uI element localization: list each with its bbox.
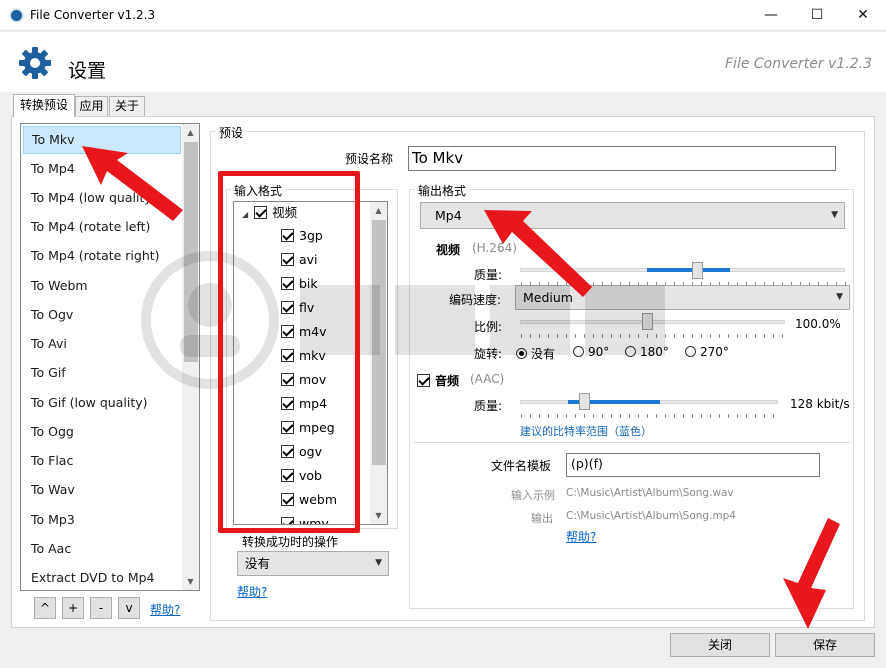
preset-group-label: 预设 — [216, 124, 247, 141]
rotate-option-90[interactable]: 90° — [573, 345, 609, 359]
rotate-option-270[interactable]: 270° — [685, 345, 729, 359]
window-title: File Converter v1.2.3 — [30, 8, 156, 22]
close-window-button[interactable]: ✕ — [840, 0, 886, 31]
scale-slider-thumb[interactable] — [642, 313, 653, 330]
page-title: 设置 — [68, 60, 107, 82]
audio-toggle[interactable]: 音频 — [417, 372, 459, 389]
rotate-option-180[interactable]: 180° — [625, 345, 669, 359]
preset-item[interactable]: To Webm — [23, 272, 181, 300]
brand-label: File Converter v1.2.3 — [725, 56, 872, 72]
rotate-option-label: 没有 — [531, 347, 556, 361]
preset-item[interactable]: To Aac — [23, 535, 181, 563]
tab-application[interactable]: 应用 — [75, 96, 108, 116]
divider — [414, 442, 850, 443]
recommended-bitrate-note: 建议的比特率范围（蓝色） — [520, 425, 652, 438]
preset-name-input[interactable]: To Mkv — [408, 146, 836, 171]
preset-list-scroll-thumb[interactable] — [184, 142, 198, 362]
audio-quality-value: 128 kbit/s — [790, 397, 850, 411]
output-format-label: 输出格式 — [415, 182, 470, 199]
encode-speed-value: Medium — [523, 290, 573, 305]
after-conversion-label: 转换成功时的操作 — [242, 535, 339, 549]
file-converter-icon — [9, 8, 24, 23]
scale-value: 100.0% — [795, 317, 841, 331]
filename-help-link[interactable]: 帮助? — [566, 528, 596, 545]
preset-item[interactable]: To Avi — [23, 330, 181, 358]
close-button[interactable]: 关闭 — [670, 633, 770, 657]
tab-presets[interactable]: 转换预设 — [13, 94, 75, 117]
rotate-label: 旋转: — [474, 347, 503, 361]
scroll-up-arrow-icon[interactable]: ▲ — [370, 202, 387, 219]
scale-label: 比例: — [474, 320, 503, 334]
preset-name-label: 预设名称 — [345, 152, 394, 166]
input-example-label: 输入示例 — [511, 489, 555, 502]
preset-item[interactable]: To Mkv — [23, 126, 181, 154]
output-format-select[interactable]: Mp4 ▼ — [420, 202, 845, 229]
tab-about[interactable]: 关于 — [109, 96, 145, 116]
video-quality-label: 质量: — [474, 268, 503, 282]
chevron-down-icon: ▼ — [831, 210, 838, 220]
video-quality-slider-thumb[interactable] — [692, 262, 703, 279]
presets-help-link[interactable]: 帮助? — [150, 601, 180, 618]
gear-icon — [19, 47, 51, 79]
checkbox-icon[interactable] — [417, 374, 430, 387]
rotate-option-none[interactable]: 没有 — [516, 345, 555, 362]
audio-section-label: 音频 — [435, 374, 460, 388]
filename-template-input[interactable]: (p)(f) — [566, 453, 820, 477]
rotate-option-label: 270° — [700, 345, 729, 359]
move-down-button[interactable]: v — [118, 597, 140, 619]
output-example-value: C:\Music\Artist\Album\Song.mp4 — [566, 510, 736, 522]
preset-item[interactable]: To Mp4 (rotate left) — [23, 213, 181, 241]
input-example-value: C:\Music\Artist\Album\Song.wav — [566, 487, 734, 499]
remove-preset-button[interactable]: - — [90, 597, 112, 619]
annotation-highlight-box — [218, 171, 360, 533]
radio-icon[interactable] — [573, 346, 584, 357]
scroll-down-arrow-icon[interactable]: ▼ — [370, 507, 387, 524]
after-conversion-help-link[interactable]: 帮助? — [237, 583, 267, 600]
encode-speed-label: 编码速度: — [449, 293, 502, 307]
save-button[interactable]: 保存 — [775, 633, 875, 657]
scale-ticks — [521, 334, 786, 338]
minimize-button[interactable]: — — [748, 0, 794, 31]
radio-icon[interactable] — [685, 346, 696, 357]
preset-item[interactable]: To Mp3 — [23, 506, 181, 534]
after-conversion-select[interactable]: 没有 ▼ — [237, 551, 389, 576]
chevron-down-icon: ▼ — [836, 292, 843, 302]
preset-item[interactable]: To Gif — [23, 359, 181, 387]
add-preset-button[interactable]: + — [62, 597, 84, 619]
chevron-down-icon: ▼ — [375, 558, 382, 568]
output-example-label: 输出 — [531, 512, 553, 525]
radio-icon[interactable] — [625, 346, 636, 357]
scroll-up-arrow-icon[interactable]: ▲ — [182, 124, 199, 141]
preset-list[interactable]: To Mkv To Mp4 To Mp4 (low quality) To Mp… — [20, 123, 200, 591]
preset-item[interactable]: To Ogv — [23, 301, 181, 329]
encode-speed-select[interactable]: Medium ▼ — [515, 285, 850, 310]
move-up-button[interactable]: ^ — [34, 597, 56, 619]
rotate-option-label: 90° — [588, 345, 610, 359]
preset-item[interactable]: To Wav — [23, 476, 181, 504]
preset-item[interactable]: To Mp4 (rotate right) — [23, 242, 181, 270]
output-format-value: Mp4 — [435, 208, 462, 223]
preset-item[interactable]: To Flac — [23, 447, 181, 475]
preset-item[interactable]: To Mp4 — [23, 155, 181, 183]
preset-item[interactable]: To Mp4 (low quality) — [23, 184, 181, 212]
video-codec-label: (H.264) — [472, 241, 517, 255]
scroll-down-arrow-icon[interactable]: ▼ — [182, 573, 199, 590]
preset-item[interactable]: To Gif (low quality) — [23, 389, 181, 417]
preset-item[interactable]: Extract DVD to Mp4 — [23, 564, 181, 590]
audio-quality-ticks — [521, 414, 779, 418]
after-conversion-value: 没有 — [245, 556, 271, 571]
rotate-option-label: 180° — [640, 345, 669, 359]
video-section-label: 视频 — [436, 243, 461, 257]
maximize-button[interactable]: ☐ — [794, 0, 840, 31]
radio-icon[interactable] — [516, 348, 527, 359]
preset-item[interactable]: To Ogg — [23, 418, 181, 446]
audio-codec-label: (AAC) — [470, 372, 505, 386]
video-quality-recommended-range — [647, 268, 730, 272]
tree-scroll-thumb[interactable] — [372, 220, 386, 465]
audio-quality-label: 质量: — [474, 399, 503, 413]
audio-quality-slider-thumb[interactable] — [579, 393, 590, 410]
filename-template-label: 文件名模板 — [491, 459, 552, 473]
